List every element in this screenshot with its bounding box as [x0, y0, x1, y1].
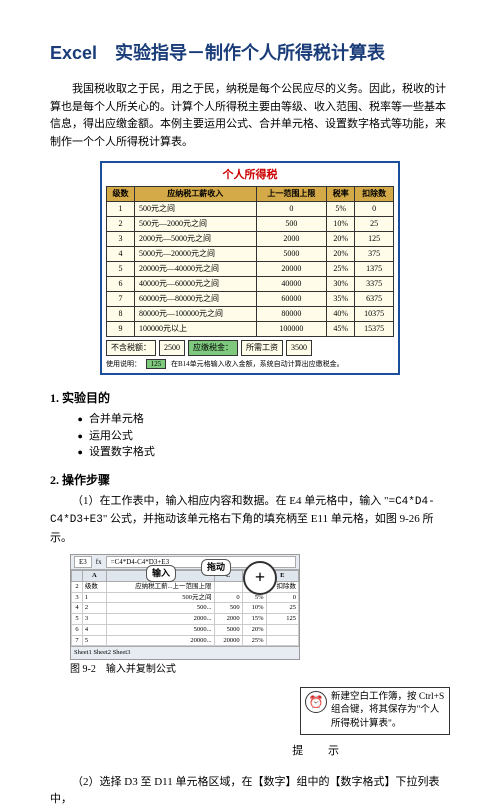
goals-list: 合并单元格运用公式设置数字格式	[78, 411, 451, 461]
callout-drag: 拖动	[201, 559, 231, 577]
step1-text: （1）在工作表中，输入相应内容和数据。在 E4 单元格中，输入 "=C4*D4-…	[50, 493, 450, 548]
table-row: 42500...50010%25	[72, 603, 299, 614]
table-row: 32000元—5000元之间200020%125	[107, 231, 394, 246]
note-text: 在B14单元格输入收入金额，系统自动计算出应缴税金。	[171, 360, 344, 368]
page-title: Excel 实验指导－制作个人所得税计算表	[50, 40, 450, 67]
tax-header: 级数	[107, 186, 135, 201]
tip-text: 新建空白工作簿，按 Ctrl+S 组合键，将其保存为"个人所得税计算表"。	[331, 691, 445, 731]
list-item: 运用公式	[78, 428, 451, 445]
table-row: 880000元—100000元之间8000040%10375	[107, 306, 394, 321]
table-row: 2500元—2000元之间50010%25	[107, 216, 394, 231]
list-item: 设置数字格式	[78, 444, 451, 461]
step2-text: （2）选择 D3 至 D11 单元格区域，在【数字】组中的【数字格式】下拉列表中…	[50, 774, 450, 809]
no-tax-label: 不含税额：	[106, 340, 156, 356]
sheet-tabs: Sheet1 Sheet2 Sheet3	[71, 646, 299, 659]
excel-screenshot: E3 fx =C4*D4-C4*D3+E3 输入 拖动 + ABCDE 2级数应…	[70, 554, 300, 661]
name-box: E3	[74, 556, 92, 569]
tax-header: 扣除数	[355, 186, 394, 201]
table-row: 760000元—80000元之间6000035%6375	[107, 291, 394, 306]
table-row: 640000元—60000元之间4000030%3375	[107, 276, 394, 291]
figure-note: 使用说明： 125 在B14单元格输入收入金额，系统自动计算出应缴税金。	[106, 359, 394, 370]
figure-caption: 图 9-2 输入并复制公式	[70, 662, 450, 677]
figure-title: 个人所得税	[106, 167, 394, 184]
tip-label: 提 示	[292, 743, 350, 760]
fill-handle-cursor: +	[243, 561, 277, 595]
table-row: 9100000元以上10000045%15375	[107, 321, 394, 336]
alarm-clock-icon: ⏰	[305, 691, 327, 713]
no-tax-value: 2500	[159, 340, 185, 356]
table-row: 520000元—40000元之间2000025%1375	[107, 261, 394, 276]
tax-header: 应纳税工薪收入	[135, 186, 256, 201]
table-row: 1500元之间05%0	[107, 201, 394, 216]
callout-input: 输入	[146, 565, 176, 583]
table-row: 7520000...2000025%	[72, 635, 299, 646]
fx-icon: fx	[96, 557, 102, 568]
tip-box: ⏰ 新建空白工作簿，按 Ctrl+S 组合键，将其保存为"个人所得税计算表"。	[300, 687, 450, 735]
table-row: 645000...500020%	[72, 624, 299, 635]
due-tax-value: 3500	[286, 340, 312, 356]
note-num: 125	[146, 359, 167, 369]
section2-heading: 2. 操作步骤	[50, 471, 450, 489]
section1-heading: 1. 实验目的	[50, 389, 450, 407]
due-tax-label: 应缴税金：	[188, 340, 238, 356]
tax-header: 税率	[327, 186, 355, 201]
due-tax-text: 所需工资	[241, 340, 283, 356]
note-label: 使用说明：	[106, 360, 141, 368]
figure-bottom-row: 不含税额： 2500 应缴税金： 所需工资 3500	[106, 340, 394, 356]
table-row: 45000元—20000元之间500020%375	[107, 246, 394, 261]
intro-paragraph: 我国税收取之于民，用之于民，纳税是每个公民应尽的义务。因此，税收的计算也是每个人…	[50, 81, 450, 151]
table-row: 532000...200015%125	[72, 614, 299, 625]
list-item: 合并单元格	[78, 411, 451, 428]
tax-table: 级数应纳税工薪收入上一范围上限税率扣除数 1500元之间05%02500元—20…	[106, 186, 394, 337]
tax-header: 上一范围上限	[256, 186, 327, 201]
main-figure: 个人所得税 级数应纳税工薪收入上一范围上限税率扣除数 1500元之间05%025…	[100, 161, 400, 375]
